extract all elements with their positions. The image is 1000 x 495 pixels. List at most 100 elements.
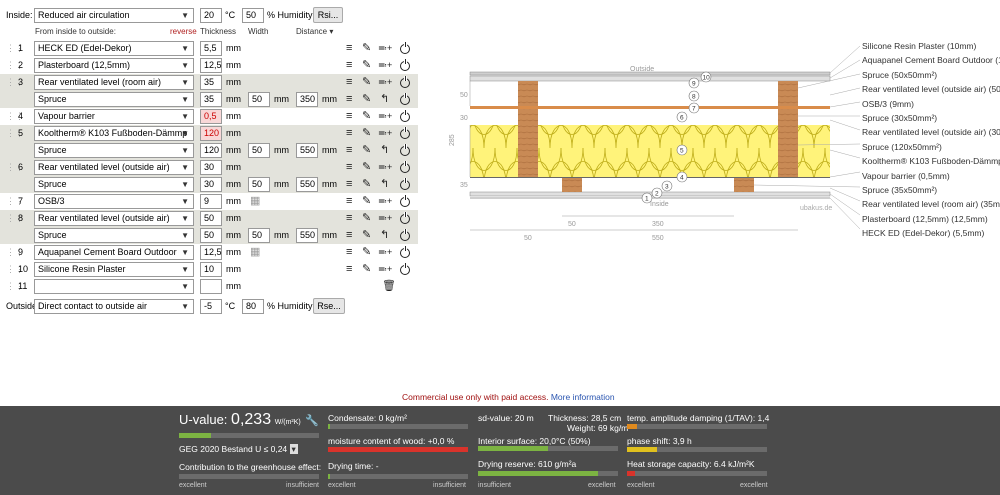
inside-humidity-input[interactable]: 50: [242, 8, 264, 23]
sub-material-select[interactable]: Spruce ▼: [34, 143, 194, 158]
menu-icon[interactable]: ≡: [346, 194, 352, 209]
power-icon[interactable]: [400, 195, 410, 207]
layer-thickness-input[interactable]: 120: [200, 126, 222, 141]
power-icon[interactable]: [400, 93, 410, 105]
menu-icon[interactable]: ≡: [346, 92, 352, 107]
add-layer-icon[interactable]: ≕+: [378, 75, 392, 90]
rse-button[interactable]: Rse...: [313, 298, 345, 314]
edit-icon[interactable]: ✎: [362, 92, 371, 107]
hatch-icon[interactable]: ▦: [250, 194, 260, 209]
subdivide-icon[interactable]: ↰: [380, 92, 389, 107]
menu-icon[interactable]: ≡: [346, 160, 352, 175]
layer-material-select[interactable]: HECK ED (Edel-Dekor) ▼: [34, 41, 194, 56]
outside-temp-input[interactable]: -5: [200, 299, 222, 314]
power-icon[interactable]: [400, 212, 410, 224]
add-layer-icon[interactable]: ≕+: [378, 58, 392, 73]
layer-material-select[interactable]: Vapour barrier ▼: [34, 109, 194, 124]
edit-icon[interactable]: ✎: [362, 109, 371, 124]
layer-material-select[interactable]: Kooltherm® K103 Fußboden-Dämmp ▼: [34, 126, 194, 141]
menu-icon[interactable]: ≡: [346, 245, 352, 260]
layer-thickness-input[interactable]: 5,5: [200, 41, 222, 56]
add-layer-icon[interactable]: ≕+: [378, 211, 392, 226]
menu-icon[interactable]: ≡: [346, 211, 352, 226]
inside-temp-input[interactable]: 20: [200, 8, 222, 23]
sub-dist-input[interactable]: 550: [296, 228, 318, 243]
power-icon[interactable]: [400, 144, 410, 156]
menu-icon[interactable]: ≡: [346, 228, 352, 243]
layer-material-select[interactable]: Rear ventilated level (outside air) ▼: [34, 211, 194, 226]
sub-thick-input[interactable]: 50: [200, 228, 222, 243]
edit-icon[interactable]: ✎: [362, 228, 371, 243]
sub-width-input[interactable]: 50: [248, 92, 270, 107]
sub-dist-input[interactable]: 350: [296, 92, 318, 107]
outside-humidity-input[interactable]: 80: [242, 299, 264, 314]
distance-header[interactable]: Distance ▾: [296, 27, 333, 36]
sub-dist-input[interactable]: 550: [296, 177, 318, 192]
sub-width-input[interactable]: 50: [248, 143, 270, 158]
layer-material-select[interactable]: OSB/3 ▼: [34, 194, 194, 209]
sub-material-select[interactable]: Spruce ▼: [34, 177, 194, 192]
edit-icon[interactable]: ✎: [362, 126, 371, 141]
sub-thick-input[interactable]: 30: [200, 177, 222, 192]
power-icon[interactable]: [400, 76, 410, 88]
layer-material-select[interactable]: Rear ventilated level (room air) ▼: [34, 75, 194, 90]
edit-icon[interactable]: ✎: [362, 58, 371, 73]
add-layer-icon[interactable]: ≕+: [378, 245, 392, 260]
layer-thickness-input[interactable]: 30: [200, 160, 222, 175]
sub-dist-input[interactable]: 550: [296, 143, 318, 158]
layer-thickness-input[interactable]: [200, 279, 222, 294]
sub-thick-input[interactable]: 120: [200, 143, 222, 158]
edit-icon[interactable]: ✎: [362, 245, 371, 260]
add-layer-icon[interactable]: ≕+: [378, 109, 392, 124]
edit-icon[interactable]: ✎: [362, 143, 371, 158]
layer-thickness-input[interactable]: 12,5: [200, 245, 222, 260]
add-layer-icon[interactable]: ≕+: [378, 126, 392, 141]
layer-material-select[interactable]: Rear ventilated level (outside air) ▼: [34, 160, 194, 175]
rsi-button[interactable]: Rsi...: [313, 7, 343, 23]
menu-icon[interactable]: ≡: [346, 58, 352, 73]
sub-width-input[interactable]: 50: [248, 228, 270, 243]
reverse-link[interactable]: reverse: [170, 27, 197, 36]
add-layer-icon[interactable]: ≕+: [378, 160, 392, 175]
menu-icon[interactable]: ≡: [346, 262, 352, 277]
menu-icon[interactable]: ≡: [346, 143, 352, 158]
layer-material-select[interactable]: ▼: [34, 279, 194, 294]
hatch-icon[interactable]: ▦: [250, 245, 260, 260]
subdivide-icon[interactable]: ↰: [380, 228, 389, 243]
edit-icon[interactable]: ✎: [362, 177, 371, 192]
layer-thickness-input[interactable]: 35: [200, 75, 222, 90]
trash-icon[interactable]: 🗑: [382, 279, 396, 294]
add-layer-icon[interactable]: ≕+: [378, 194, 392, 209]
edit-icon[interactable]: ✎: [362, 41, 371, 56]
power-icon[interactable]: [400, 263, 410, 275]
layer-thickness-input[interactable]: 0,5: [200, 109, 222, 124]
subdivide-icon[interactable]: ↰: [380, 143, 389, 158]
wrench-icon[interactable]: 🔧: [305, 414, 319, 427]
layer-material-select[interactable]: Silicone Resin Plaster ▼: [34, 262, 194, 277]
edit-icon[interactable]: ✎: [362, 211, 371, 226]
layer-thickness-input[interactable]: 12,5: [200, 58, 222, 73]
menu-icon[interactable]: ≡: [346, 41, 352, 56]
edit-icon[interactable]: ✎: [362, 160, 371, 175]
layer-thickness-input[interactable]: 10: [200, 262, 222, 277]
power-icon[interactable]: [400, 229, 410, 241]
more-info-link[interactable]: More information: [551, 392, 615, 402]
edit-icon[interactable]: ✎: [362, 194, 371, 209]
power-icon[interactable]: [400, 110, 410, 122]
menu-icon[interactable]: ≡: [346, 75, 352, 90]
power-icon[interactable]: [400, 161, 410, 173]
layer-material-select[interactable]: Plasterboard (12,5mm) ▼: [34, 58, 194, 73]
edit-icon[interactable]: ✎: [362, 262, 371, 277]
add-layer-icon[interactable]: ≕+: [378, 262, 392, 277]
sub-thick-input[interactable]: 35: [200, 92, 222, 107]
power-icon[interactable]: [400, 42, 410, 54]
subdivide-icon[interactable]: ↰: [380, 177, 389, 192]
menu-icon[interactable]: ≡: [346, 126, 352, 141]
power-icon[interactable]: [400, 178, 410, 190]
sub-width-input[interactable]: 50: [248, 177, 270, 192]
add-layer-icon[interactable]: ≕+: [378, 41, 392, 56]
layer-thickness-input[interactable]: 9: [200, 194, 222, 209]
power-icon[interactable]: [400, 246, 410, 258]
inside-climate-select[interactable]: Reduced air circulation ▼: [34, 8, 194, 23]
edit-icon[interactable]: ✎: [362, 75, 371, 90]
